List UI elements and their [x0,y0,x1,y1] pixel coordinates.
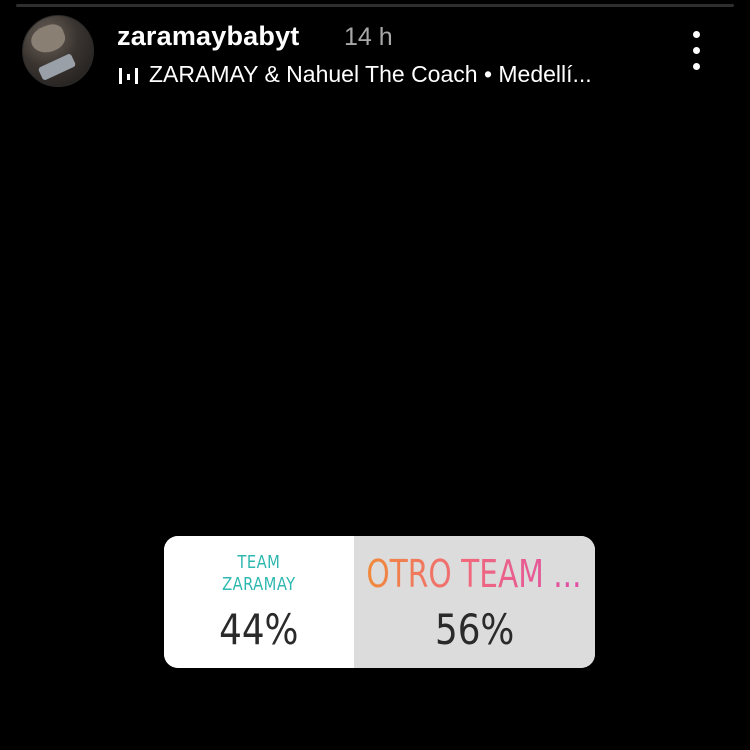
more-vertical-icon [693,47,700,54]
progress-segment [16,4,734,7]
username[interactable]: zaramaybabyt [117,21,300,52]
poll-option-otro-team[interactable]: OTRO TEAM ... 56% [353,536,595,668]
music-attribution[interactable]: ZARAMAY & Nahuel The Coach • Medellí... [117,61,592,88]
poll-option-label-line: ZARAMAY [222,574,296,595]
poll-option-label-line: TEAM [237,552,281,573]
story-progress-bar [16,4,734,7]
poll-option-label: TEAM ZARAMAY [222,552,296,596]
avatar-shape [27,20,69,58]
poll-option-percent: 56% [434,605,514,654]
story-header: zaramaybabyt 14 h ZARAMAY & Nahuel The C… [22,15,730,87]
story-viewer[interactable]: zaramaybabyt 14 h ZARAMAY & Nahuel The C… [0,0,750,750]
music-text: ZARAMAY & Nahuel The Coach • Medellí... [149,61,592,87]
more-vertical-icon [693,31,700,38]
more-options-button[interactable] [690,31,702,71]
more-vertical-icon [693,63,700,70]
poll-option-percent: 44% [219,605,299,654]
poll-option-team-zaramay[interactable]: TEAM ZARAMAY 44% [164,536,354,668]
avatar[interactable] [22,15,94,87]
poll-sticker: TEAM ZARAMAY 44% OTRO TEAM ... 56% [164,536,595,668]
post-time: 14 h [344,23,393,51]
music-bars-icon [117,64,141,86]
poll-option-label: OTRO TEAM ... [366,552,582,596]
avatar-shape [37,53,77,81]
